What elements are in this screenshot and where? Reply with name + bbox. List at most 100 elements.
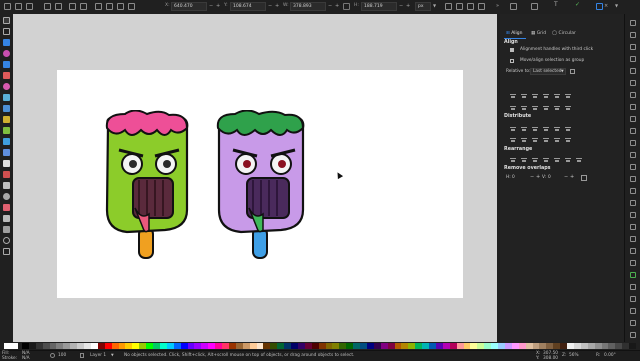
rearrange-button-icon[interactable]: [532, 157, 538, 163]
measure-tool-icon[interactable]: [3, 226, 10, 233]
open-document-icon[interactable]: [630, 32, 636, 38]
align-button-icon[interactable]: [532, 105, 538, 111]
chevron-down-icon[interactable]: ▼: [111, 353, 114, 357]
lower-to-bottom-icon[interactable]: [128, 3, 135, 10]
rotation-field[interactable]: 0.00°: [604, 353, 616, 358]
align-button-icon[interactable]: [554, 93, 560, 99]
selector-tool-icon[interactable]: [3, 17, 10, 24]
width-field[interactable]: 378.893: [290, 2, 326, 11]
align-button-icon[interactable]: [521, 93, 527, 99]
opacity-value[interactable]: 100: [58, 353, 66, 358]
distribute-button-icon[interactable]: [554, 126, 560, 132]
align-button-icon[interactable]: [543, 93, 549, 99]
dropper-tool-icon[interactable]: [3, 160, 10, 167]
tab-align[interactable]: ⊞ Align: [506, 31, 523, 36]
fill-stroke-tab-icon[interactable]: [510, 3, 517, 10]
duplicate-icon[interactable]: [630, 188, 636, 194]
treat-as-group-icon[interactable]: [570, 69, 575, 74]
xml-editor-icon[interactable]: [630, 284, 636, 290]
overlap-h-field[interactable]: 0: [512, 175, 515, 180]
mesh-tool-icon[interactable]: [3, 149, 10, 156]
h-decrement-button[interactable]: −: [399, 3, 403, 9]
align-button-icon[interactable]: [543, 105, 549, 111]
align-button-icon[interactable]: [521, 105, 527, 111]
overlap-h-decrement[interactable]: −: [530, 174, 534, 180]
text-tool-icon[interactable]: [3, 127, 10, 134]
flip-horizontal-icon[interactable]: [69, 3, 76, 10]
lock-icon[interactable]: [343, 3, 350, 10]
paint-bucket-tool-icon[interactable]: [3, 171, 10, 178]
rearrange-button-icon[interactable]: [521, 157, 527, 163]
snap-bbox-icon[interactable]: [630, 320, 636, 326]
w-decrement-button[interactable]: −: [328, 3, 332, 9]
new-document-icon[interactable]: [630, 20, 636, 26]
scale-corners-icon[interactable]: [456, 3, 463, 10]
redo-icon[interactable]: [630, 104, 636, 110]
snap-nodes-icon[interactable]: [630, 332, 636, 338]
rearrange-button-icon[interactable]: [510, 157, 516, 163]
layers-icon[interactable]: [630, 272, 636, 278]
toolbar-overflow-icon[interactable]: »: [496, 3, 499, 9]
group-icon[interactable]: [630, 224, 636, 230]
rearrange-button-icon[interactable]: [576, 157, 582, 163]
save-document-icon[interactable]: [630, 44, 636, 50]
ungroup-icon[interactable]: [630, 236, 636, 242]
green-zombie-popsicle[interactable]: [105, 110, 189, 259]
preferences-icon[interactable]: [630, 296, 636, 302]
distribute-button-icon[interactable]: [565, 137, 571, 143]
h-increment-button[interactable]: +: [406, 3, 410, 9]
deselect-icon[interactable]: [26, 3, 33, 10]
y-decrement-button[interactable]: −: [268, 3, 272, 9]
distribute-button-icon[interactable]: [532, 137, 538, 143]
align-handles-checkbox[interactable]: [510, 48, 514, 52]
pencil-tool-icon[interactable]: [3, 94, 10, 101]
zoom-drawing-icon[interactable]: [630, 164, 636, 170]
distribute-button-icon[interactable]: [543, 126, 549, 132]
color-swatch[interactable]: [629, 343, 637, 349]
align-button-icon[interactable]: [532, 93, 538, 99]
copy-icon[interactable]: [630, 116, 636, 122]
distribute-button-icon[interactable]: [510, 137, 516, 143]
overlap-h-increment[interactable]: +: [536, 174, 540, 180]
scale-stroke-icon[interactable]: [445, 3, 452, 10]
distribute-button-icon[interactable]: [565, 126, 571, 132]
flip-vertical-icon[interactable]: [80, 3, 87, 10]
check-tab-icon[interactable]: ✓: [575, 1, 580, 8]
stroke-value[interactable]: N/A: [22, 356, 30, 361]
calligraphy-tool-icon[interactable]: [3, 116, 10, 123]
zoom-tool-icon[interactable]: [3, 237, 10, 244]
align-button-icon[interactable]: [510, 105, 516, 111]
close-tab-icon[interactable]: ×: [604, 3, 608, 9]
select-same-icon[interactable]: [15, 3, 22, 10]
circle-tool-icon[interactable]: [3, 50, 10, 57]
zombie-popsicles-artwork[interactable]: [95, 110, 325, 265]
relative-to-select[interactable]: Last selected ▼: [530, 68, 566, 75]
zoom-field[interactable]: 56%: [569, 353, 579, 358]
paste-icon[interactable]: [630, 140, 636, 146]
snap-toggle-icon[interactable]: [630, 308, 636, 314]
star-tool-icon[interactable]: [3, 72, 10, 79]
rotate-ccw-icon[interactable]: [44, 3, 51, 10]
distribute-button-icon[interactable]: [521, 137, 527, 143]
document-properties-tab-icon[interactable]: [531, 3, 538, 10]
rectangle-tool-icon[interactable]: [3, 39, 10, 46]
chevron-down-icon[interactable]: ▼: [615, 3, 618, 8]
no-paint-swatch[interactable]: [4, 343, 18, 349]
export-icon[interactable]: [630, 80, 636, 86]
remove-overlaps-icon[interactable]: [581, 175, 587, 181]
distribute-button-icon[interactable]: [532, 126, 538, 132]
height-field[interactable]: 188.719: [361, 2, 397, 11]
transform-patterns-icon[interactable]: [478, 3, 485, 10]
connector-tool-icon[interactable]: [3, 215, 10, 222]
align-distribute-tab-icon[interactable]: [596, 3, 603, 10]
layer-select[interactable]: Layer 1: [90, 353, 106, 358]
text-font-tab-icon[interactable]: T: [554, 1, 558, 8]
y-field[interactable]: 108.674: [230, 2, 266, 11]
align-button-icon[interactable]: [510, 93, 516, 99]
transform-gradients-icon[interactable]: [467, 3, 474, 10]
eraser-tool-icon[interactable]: [3, 204, 10, 211]
unit-select[interactable]: px: [415, 2, 431, 11]
print-icon[interactable]: [630, 56, 636, 62]
cut-icon[interactable]: [630, 128, 636, 134]
import-icon[interactable]: [630, 68, 636, 74]
